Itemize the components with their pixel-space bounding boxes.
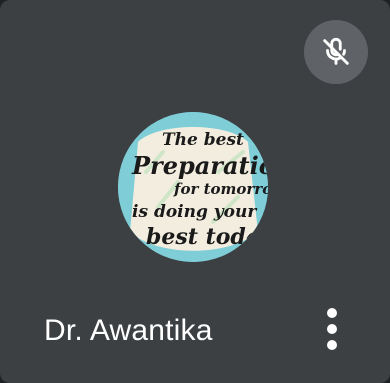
dot — [327, 324, 337, 334]
avatar-quote: The best Preparation for tomorrow is doi… — [118, 112, 268, 262]
dot — [327, 308, 337, 318]
dot — [327, 340, 337, 350]
avatar: The best Preparation for tomorrow is doi… — [118, 112, 268, 262]
quote-line-1: The best — [162, 130, 244, 150]
mic-off-icon — [323, 37, 349, 65]
quote-line-2: Preparation — [132, 151, 268, 180]
quote-line-3: for tomorrow — [174, 180, 268, 198]
more-vert-icon — [327, 308, 337, 350]
quote-line-5: best today — [146, 224, 268, 250]
participant-name: Dr. Awantika — [44, 314, 213, 347]
more-options-button[interactable] — [312, 302, 352, 356]
quote-line-4: is doing your — [132, 202, 257, 222]
participant-tile[interactable]: The best Preparation for tomorrow is doi… — [0, 0, 390, 383]
muted-indicator — [304, 20, 368, 84]
